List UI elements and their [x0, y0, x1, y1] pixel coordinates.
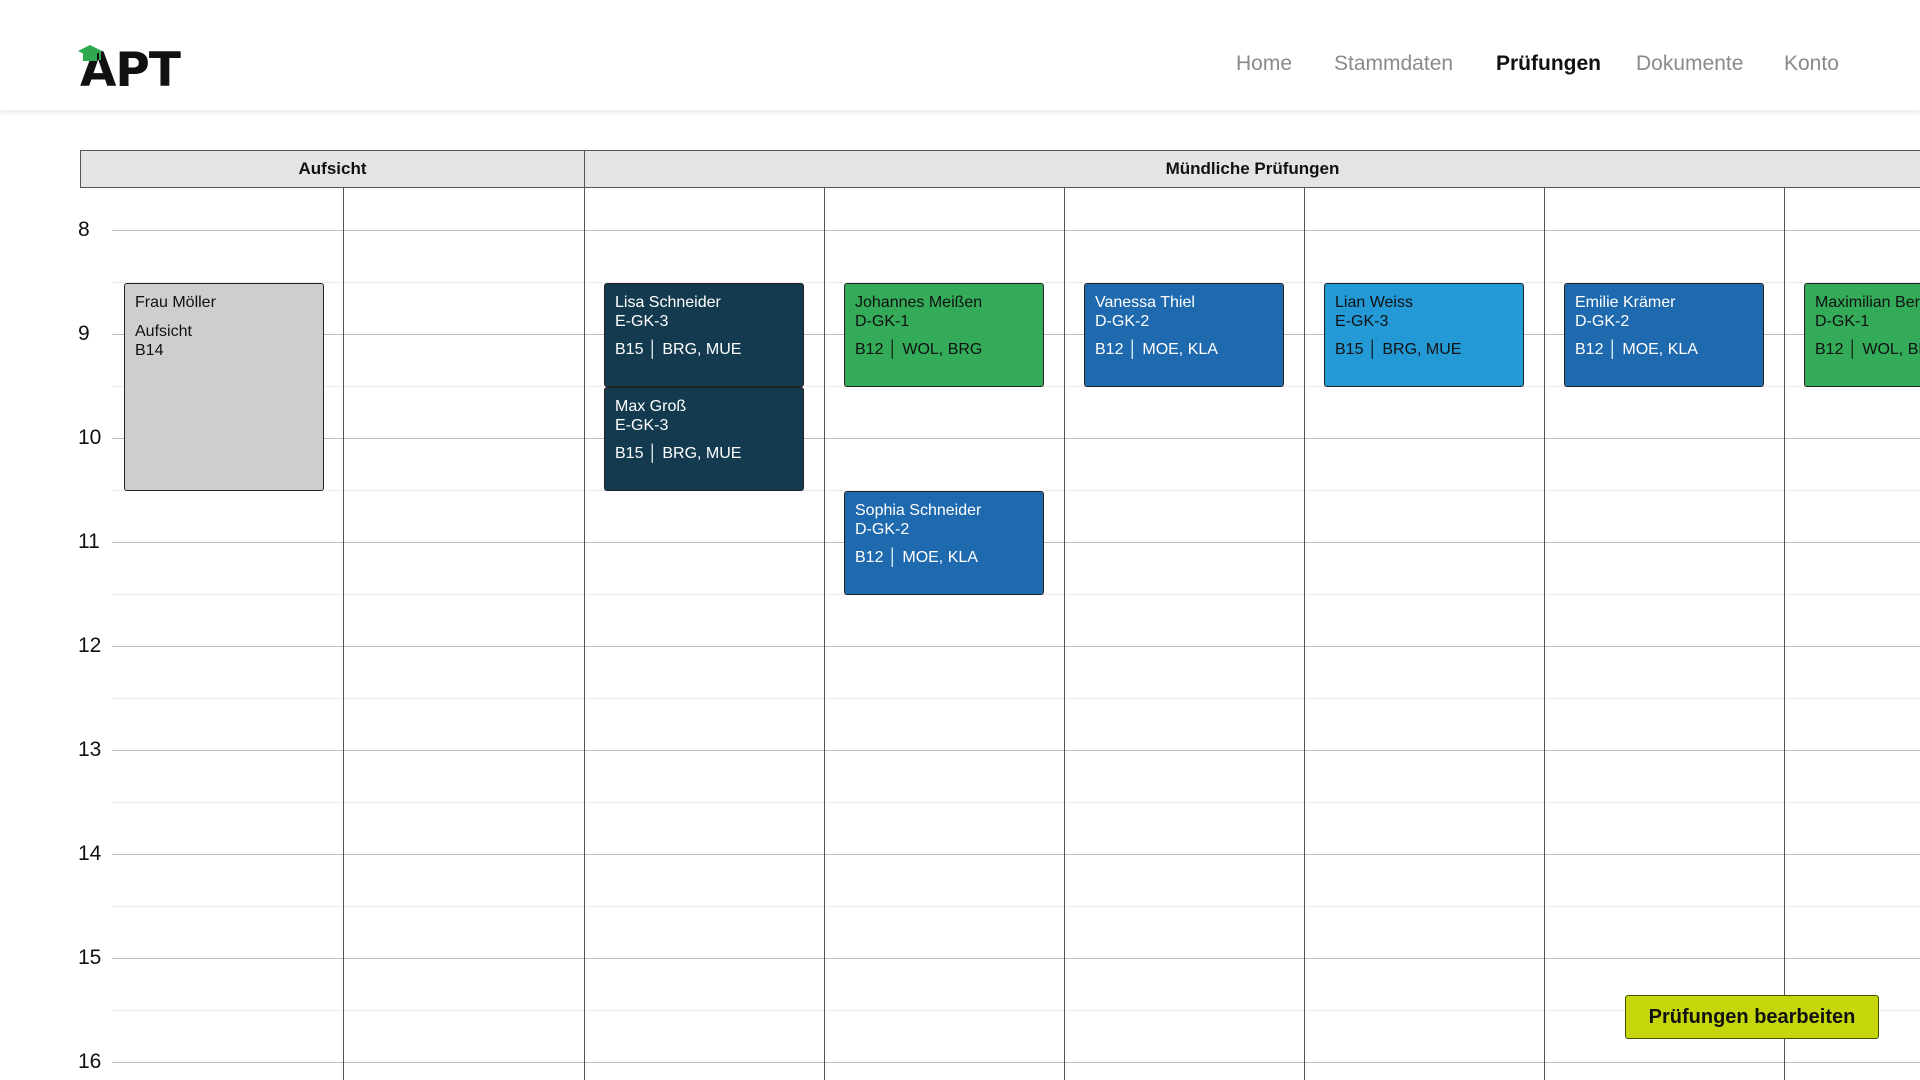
event-details: B15 │ BRG, MUE	[615, 445, 742, 462]
event-student: Johannes Meißen	[855, 294, 983, 311]
hour-label: 12	[78, 634, 102, 657]
hour-label: 15	[78, 946, 102, 969]
column-divider	[343, 188, 344, 1080]
hour-gridline	[112, 958, 1920, 959]
column-divider	[1064, 188, 1065, 1080]
event-details: B12 │ WOL, BR	[1815, 341, 1920, 358]
main-nav: Home Stammdaten Prüfungen Dokumente Kont…	[0, 52, 1920, 82]
half-hour-gridline	[112, 906, 1920, 907]
event-course: E-GK-3	[615, 313, 669, 330]
hour-gridline	[112, 1062, 1920, 1063]
hour-label: 10	[78, 426, 102, 449]
column-divider	[1544, 188, 1545, 1080]
exam-event[interactable]: Lisa Schneider E-GK-3 B15 │ BRG, MUE	[604, 283, 804, 387]
column-divider	[1784, 188, 1785, 1080]
nav-stammdaten[interactable]: Stammdaten	[1334, 52, 1453, 76]
hour-gridline	[112, 854, 1920, 855]
hour-gridline	[112, 646, 1920, 647]
exam-event[interactable]: Vanessa Thiel D-GK-2 B12 │ MOE, KLA	[1084, 283, 1284, 387]
event-person: Frau Möller	[135, 294, 216, 311]
hour-label: 9	[78, 322, 90, 345]
event-details: B15 │ BRG, MUE	[1335, 341, 1462, 358]
event-details: B15 │ BRG, MUE	[615, 341, 742, 358]
event-course: D-GK-2	[1095, 313, 1150, 330]
nav-konto[interactable]: Konto	[1784, 52, 1839, 76]
event-student: Lian Weiss	[1335, 294, 1413, 311]
event-student: Max Groß	[615, 398, 687, 415]
event-type: Aufsicht	[135, 323, 192, 340]
hour-label: 11	[78, 530, 100, 553]
nav-dokumente[interactable]: Dokumente	[1636, 52, 1743, 76]
hour-gridline	[112, 230, 1920, 231]
event-details: B12 │ MOE, KLA	[1095, 341, 1218, 358]
event-course: D-GK-1	[1815, 313, 1870, 330]
event-course: D-GK-2	[1575, 313, 1630, 330]
nav-home[interactable]: Home	[1236, 52, 1292, 76]
half-hour-gridline	[112, 802, 1920, 803]
event-details: B12 │ MOE, KLA	[855, 549, 978, 566]
exam-event[interactable]: Maximilian Ber D-GK-1 B12 │ WOL, BR	[1804, 283, 1920, 387]
exam-event[interactable]: Max Groß E-GK-3 B15 │ BRG, MUE	[604, 387, 804, 491]
event-student: Maximilian Ber	[1815, 294, 1920, 311]
column-divider	[1304, 188, 1305, 1080]
event-student: Lisa Schneider	[615, 294, 721, 311]
nav-pruefungen[interactable]: Prüfungen	[1496, 52, 1601, 76]
hour-gridline	[112, 750, 1920, 751]
hour-label: 14	[78, 842, 102, 865]
top-navigation-bar: APT Home Stammdaten Prüfungen Dokumente …	[0, 0, 1920, 110]
half-hour-gridline	[112, 698, 1920, 699]
hour-label: 8	[78, 218, 90, 241]
edit-exams-button[interactable]: Prüfungen bearbeiten	[1625, 995, 1879, 1039]
exam-event[interactable]: Sophia Schneider D-GK-2 B12 │ MOE, KLA	[844, 491, 1044, 595]
exam-event[interactable]: Lian Weiss E-GK-3 B15 │ BRG, MUE	[1324, 283, 1524, 387]
event-details: B12 │ WOL, BRG	[855, 341, 983, 358]
event-course: E-GK-3	[615, 417, 669, 434]
column-divider	[824, 188, 825, 1080]
event-student: Sophia Schneider	[855, 502, 982, 519]
group-header-muendliche-pruefungen: Mündliche Prüfungen	[584, 150, 1920, 188]
event-student: Vanessa Thiel	[1095, 294, 1195, 311]
exam-event[interactable]: Johannes Meißen D-GK-1 B12 │ WOL, BRG	[844, 283, 1044, 387]
exam-event[interactable]: Emilie Krämer D-GK-2 B12 │ MOE, KLA	[1564, 283, 1764, 387]
group-header-aufsicht: Aufsicht	[80, 150, 585, 188]
event-course: E-GK-3	[1335, 313, 1389, 330]
hour-label: 16	[78, 1050, 102, 1073]
event-details: B12 │ MOE, KLA	[1575, 341, 1698, 358]
event-room: B14	[135, 342, 164, 359]
event-course: D-GK-1	[855, 313, 910, 330]
event-course: D-GK-2	[855, 521, 910, 538]
event-student: Emilie Krämer	[1575, 294, 1676, 311]
supervision-event[interactable]: Frau Möller Aufsicht B14	[124, 283, 324, 491]
hour-label: 13	[78, 738, 102, 761]
column-divider	[584, 188, 585, 1080]
hour-gridline	[112, 438, 1920, 439]
